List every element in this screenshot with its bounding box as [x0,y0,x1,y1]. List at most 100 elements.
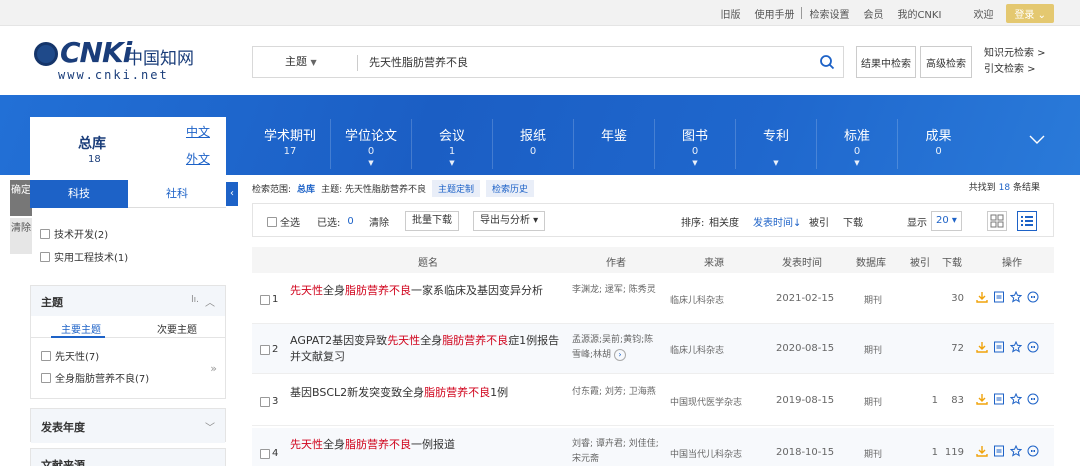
advanced-search-button[interactable]: 高级检索 [920,46,972,78]
favorite-star-icon[interactable] [1010,393,1022,405]
result-authors[interactable]: 孟源源;吴前;黄钧;陈雪峰;林胡 › [572,333,660,363]
html-read-icon[interactable] [993,341,1005,353]
tab-yearbook[interactable]: 年鉴 [574,119,655,169]
clear-button[interactable]: 清除 [10,218,32,254]
tab-sub-topic[interactable]: 次要主题 [157,321,197,336]
result-authors[interactable]: 刘睿; 谭卉君; 刘佳佳; 宋元斋 [572,437,660,466]
tab-main-topic[interactable]: 主要主题 [61,321,101,336]
list-view-button[interactable] [1017,211,1037,231]
member-link[interactable]: 会员 [856,6,890,21]
quote-icon[interactable] [1027,445,1039,457]
result-source[interactable]: 中国现代医学杂志 [670,395,742,408]
sort-date[interactable]: 发表时间↓ [753,214,801,229]
checkbox[interactable] [260,344,270,355]
result-title-link[interactable]: 先天性全身脂肪营养不良一家系临床及基因变异分析 [290,283,562,299]
result-cited[interactable]: 1 [918,395,938,406]
manual-link[interactable]: 使用手册 [747,6,801,21]
export-analysis-button[interactable]: 导出与分析 ▾ [473,211,546,231]
result-authors[interactable]: 李渊龙; 逯军; 陈秀灵 [572,283,660,298]
foreign-link[interactable]: 外文 [186,150,210,167]
row-select[interactable]: 3 [260,396,278,407]
sort-cited[interactable]: 被引 [809,214,829,229]
topic-item[interactable]: 全身脂肪营养不良(7) [41,370,149,385]
login-button[interactable]: 登录 ⌄ [1006,3,1054,23]
download-icon[interactable] [976,393,988,405]
search-settings-link[interactable]: 检索设置 [802,6,856,21]
quote-icon[interactable] [1027,291,1039,303]
result-title-link[interactable]: 先天性全身脂肪营养不良一例报道 [290,437,562,453]
batch-download-button[interactable]: 批量下载 [405,211,459,231]
topic-item[interactable]: 先天性(7) [41,348,99,363]
confirm-button[interactable]: 确定 [10,180,32,216]
expand-chevron-icon[interactable] [1028,131,1046,149]
search-input[interactable] [369,53,799,71]
tab-achievements[interactable]: 成果 0 [898,119,979,169]
collapse-sidebar-button[interactable]: ‹ [226,182,238,206]
sort-downloads[interactable]: 下载 [843,214,863,229]
more-authors-icon[interactable]: › [613,349,626,361]
my-cnki-link[interactable]: 我的CNKI [890,6,948,21]
search-history-button[interactable]: 检索历史 [485,180,534,197]
checkbox[interactable] [40,228,50,239]
page-size-select[interactable]: 20 ▾ [931,211,962,231]
quote-icon[interactable] [1027,393,1039,405]
search-button[interactable] [811,47,843,77]
result-title-link[interactable]: 基因BSCL2新发突变致全身脂肪营养不良1例 [290,385,562,401]
tab-patents[interactable]: 专利 ▼ [736,119,817,169]
source-panel[interactable]: 文献来源 [30,448,226,466]
logo[interactable]: CNKi 中国知网 www.cnki.net [34,36,204,82]
chinese-link[interactable]: 中文 [186,123,210,140]
download-icon[interactable] [976,341,988,353]
download-icon[interactable] [976,445,988,457]
checkbox[interactable] [40,251,50,262]
result-cited[interactable]: 1 [918,447,938,458]
source-panel-header[interactable]: 文献来源 [31,449,225,466]
year-panel-header[interactable]: 发表年度 ﹀ [31,409,225,443]
download-icon[interactable] [976,291,988,303]
tab-books[interactable]: 图书 0 ▼ [655,119,736,169]
bar-chart-icon[interactable]: lı. [191,295,199,305]
result-source[interactable]: 中国当代儿科杂志 [670,447,742,460]
select-all[interactable]: 全选 [267,214,300,229]
citation-search-link[interactable]: 引文检索 > [984,62,1046,78]
old-version-link[interactable]: 旧版 [713,6,747,21]
tab-tech[interactable]: 科技 [30,180,128,208]
tab-newspaper[interactable]: 报纸 0 [493,119,574,169]
tab-social[interactable]: 社科 [128,180,226,208]
favorite-star-icon[interactable] [1010,291,1022,303]
search-field-select[interactable]: 主题 ▼ [285,47,317,78]
clear-selection-button[interactable]: 清除 [369,214,389,229]
custom-topic-button[interactable]: 主题定制 [431,180,480,197]
checkbox[interactable] [267,216,277,227]
checkbox[interactable] [260,294,270,305]
tab-theses[interactable]: 学位论文 0 ▼ [331,119,412,169]
html-read-icon[interactable] [993,393,1005,405]
result-title-link[interactable]: AGPAT2基因变异致先天性全身脂肪营养不良症1例报告并文献复习 [290,333,562,365]
result-source[interactable]: 临床儿科杂志 [670,293,724,306]
html-read-icon[interactable] [993,291,1005,303]
tab-conference[interactable]: 会议 1 ▼ [412,119,493,169]
grid-view-button[interactable] [987,211,1007,231]
category-item[interactable]: 技术开发(2) [40,226,108,241]
favorite-star-icon[interactable] [1010,341,1022,353]
chevron-up-icon[interactable]: ︿ [205,294,215,309]
checkbox[interactable] [260,448,270,459]
category-item[interactable]: 实用工程技术(1) [40,249,128,264]
sort-relevance[interactable]: 相关度 [709,214,739,229]
tab-journals[interactable]: 学术期刊 17 [250,119,331,169]
result-authors[interactable]: 付东霞; 刘芳; 卫海燕 [572,385,660,400]
html-read-icon[interactable] [993,445,1005,457]
result-source[interactable]: 临床儿科杂志 [670,343,724,356]
checkbox[interactable] [41,372,51,383]
library-card[interactable]: 总库 18 中文 外文 [30,117,226,175]
row-select[interactable]: 1 [260,294,278,305]
knowledge-search-link[interactable]: 知识元检索 > [984,46,1046,62]
topic-panel-header[interactable]: 主题 lı. ︿ [31,286,225,316]
row-select[interactable]: 4 [260,448,278,459]
quote-icon[interactable] [1027,341,1039,353]
checkbox[interactable] [260,396,270,407]
favorite-star-icon[interactable] [1010,445,1022,457]
tab-standards[interactable]: 标准 0 ▼ [817,119,898,169]
checkbox[interactable] [41,350,51,361]
more-arrow-icon[interactable]: » [210,362,217,375]
